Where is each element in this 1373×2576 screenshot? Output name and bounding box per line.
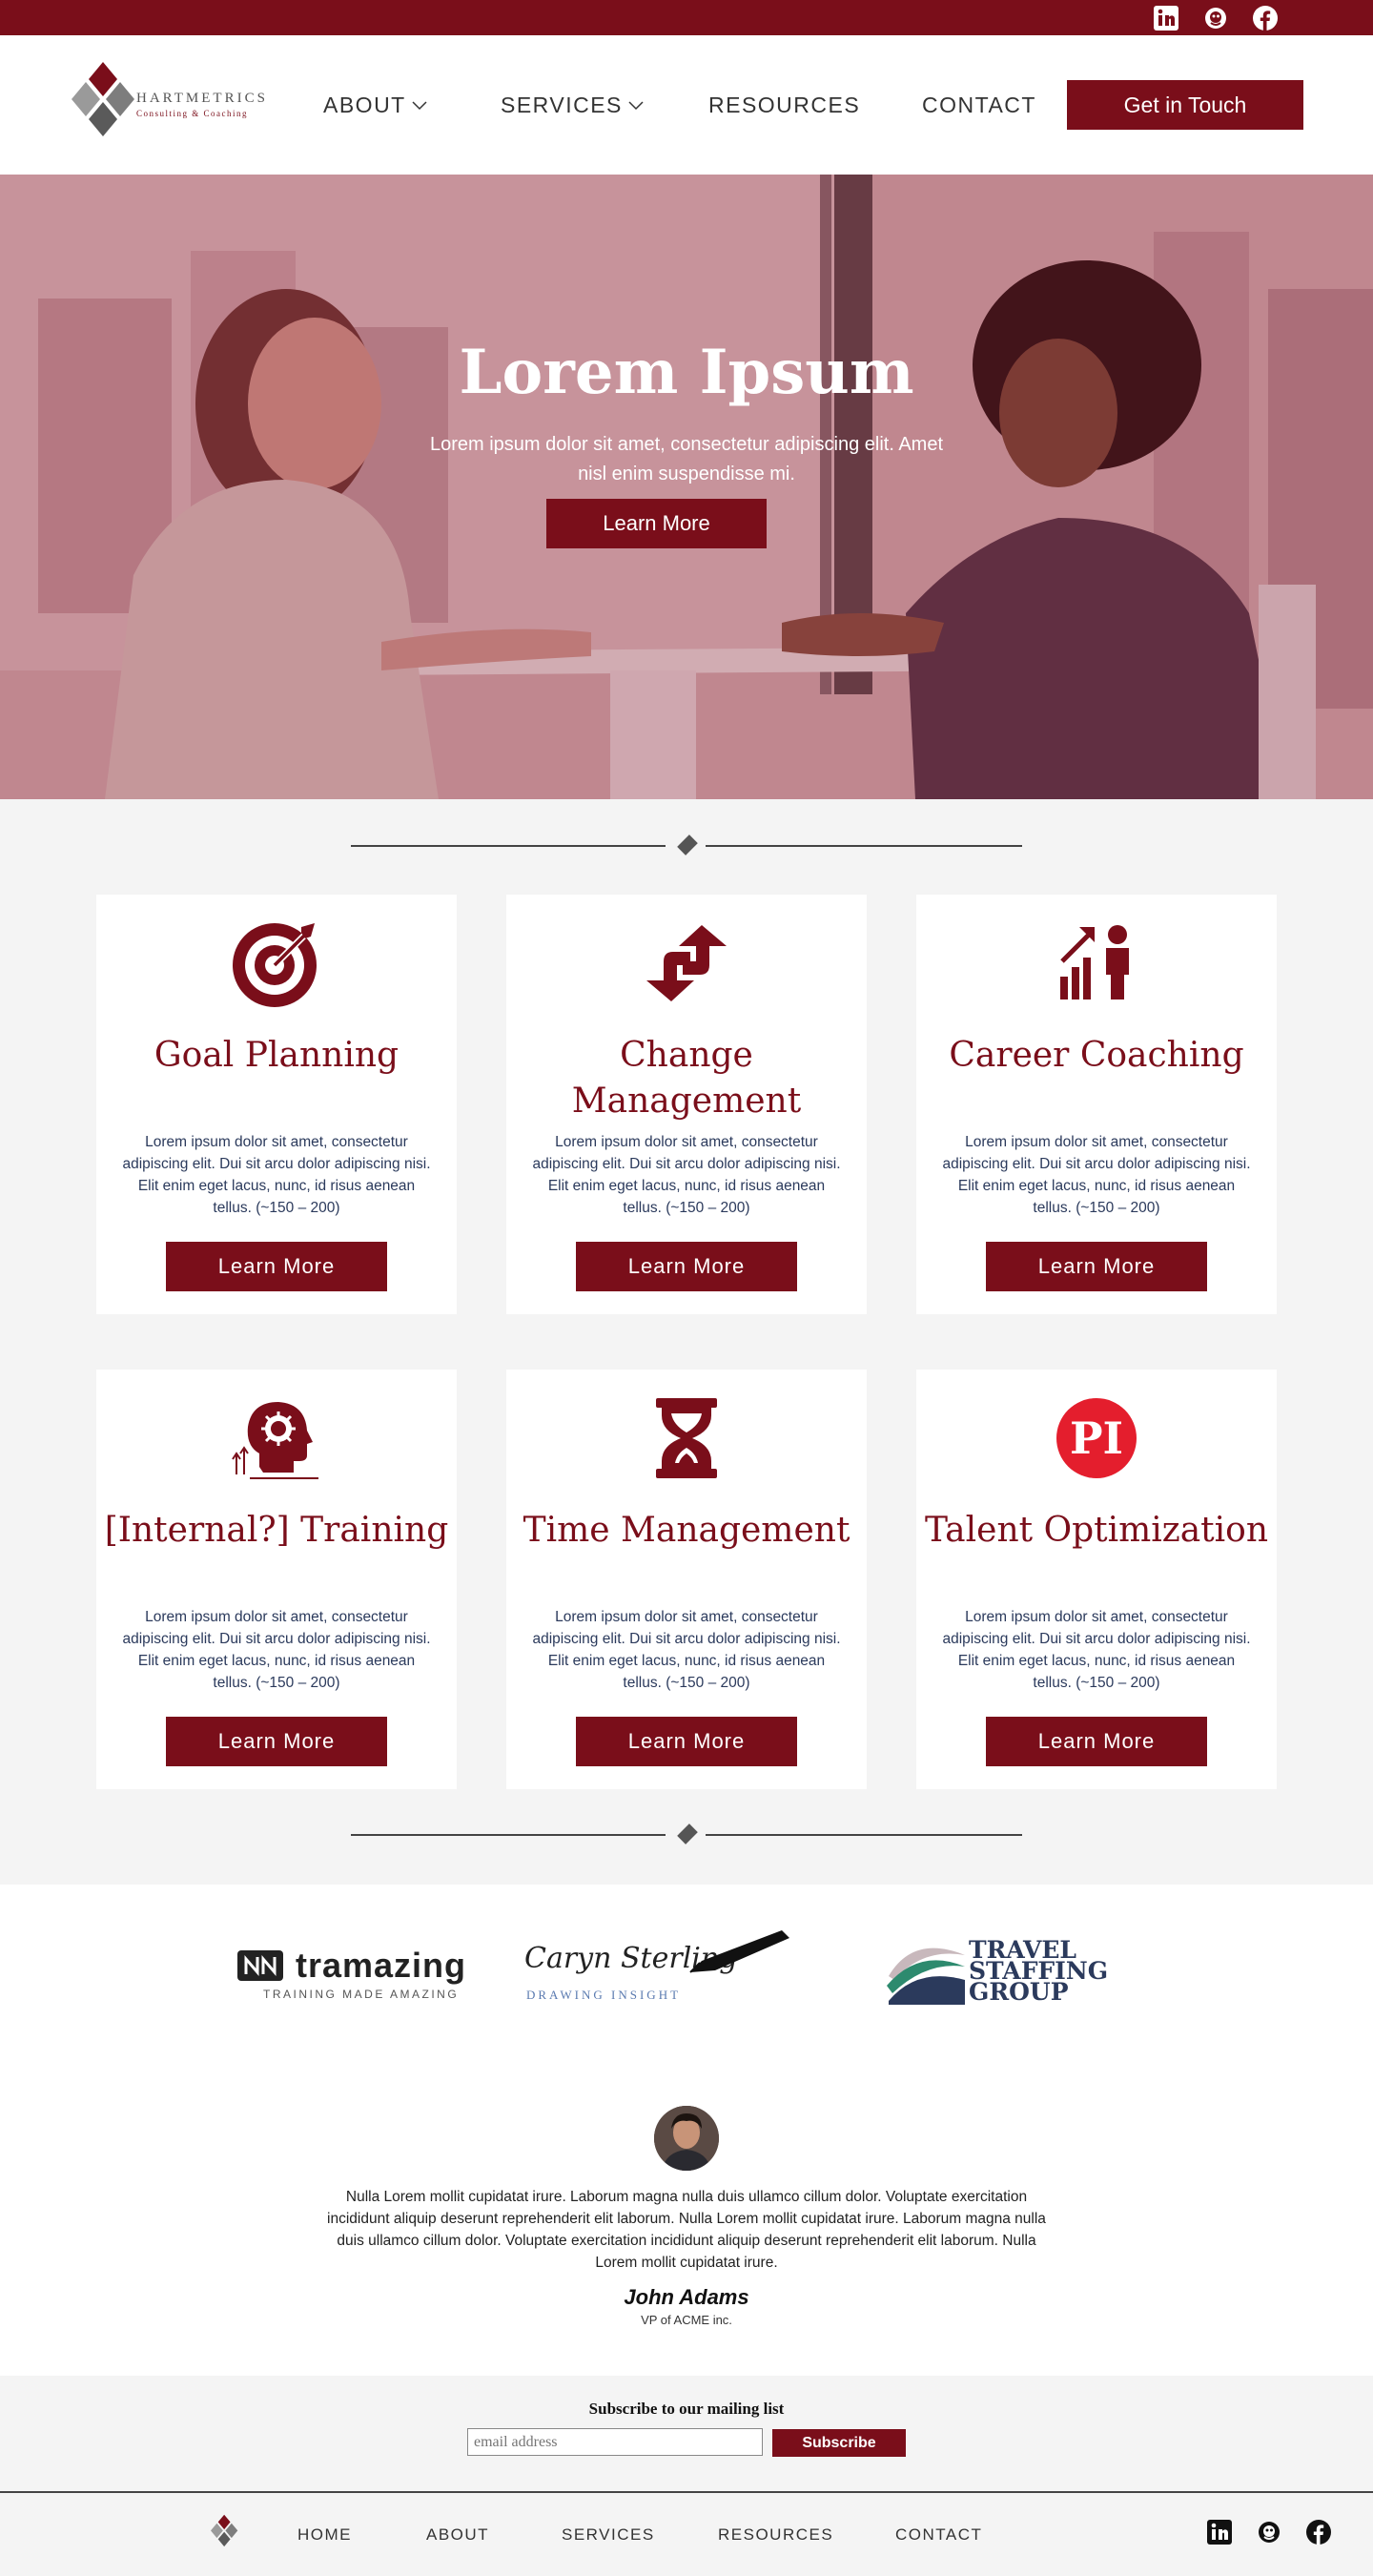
footer-services-link[interactable]: SERVICES <box>562 2525 655 2545</box>
nav-about-label: ABOUT <box>323 93 406 117</box>
top-social-links <box>1152 4 1280 32</box>
footer-about-link[interactable]: ABOUT <box>426 2525 489 2545</box>
service-card-internal-training: [Internal?] Training Lorem ipsum dolor s… <box>96 1370 457 1789</box>
hero-section: Lorem Ipsum Lorem ipsum dolor sit amet, … <box>0 175 1373 799</box>
nav-resources[interactable]: RESOURCES <box>708 93 860 118</box>
mailchimp-icon[interactable] <box>1201 4 1230 32</box>
head-gear-icon <box>229 1391 324 1486</box>
get-in-touch-button[interactable]: Get in Touch <box>1067 80 1303 130</box>
service-description: Lorem ipsum dolor sit amet, consectetur … <box>122 1609 431 1691</box>
tramazing-tagline: TRAINING MADE AMAZING <box>263 1988 460 2001</box>
footer-logo[interactable] <box>211 2514 239 2552</box>
facebook-icon[interactable] <box>1304 2518 1333 2546</box>
site-header: HARTMETRICS Consulting & Coaching ABOUT … <box>0 35 1373 175</box>
learn-more-button[interactable]: Learn More <box>166 1242 387 1291</box>
nav-services[interactable]: SERVICES <box>501 93 644 118</box>
target-icon <box>229 916 324 1011</box>
learn-more-button[interactable]: Learn More <box>986 1717 1207 1766</box>
hero-learn-more-button[interactable]: Learn More <box>546 499 767 548</box>
pi-logo-icon: PI <box>1049 1391 1144 1486</box>
section-divider <box>351 1821 1022 1849</box>
service-card-career-coaching: Career Coaching Lorem ipsum dolor sit am… <box>916 895 1277 1314</box>
section-divider <box>351 832 1022 860</box>
hero-title: Lorem Ipsum <box>459 337 914 408</box>
mailchimp-icon[interactable] <box>1255 2518 1283 2546</box>
service-title: Change Management <box>571 1036 802 1121</box>
service-description: Lorem ipsum dolor sit amet, consectetur … <box>942 1134 1251 1216</box>
service-description: Lorem ipsum dolor sit amet, consectetur … <box>122 1134 431 1216</box>
career-growth-icon <box>1049 916 1144 1011</box>
clients-section: tramazing TRAINING MADE AMAZING Caryn St… <box>0 1885 1373 2376</box>
service-description: Lorem ipsum dolor sit amet, consectetur … <box>532 1134 841 1216</box>
service-title: Talent Optimization <box>924 1511 1269 1550</box>
hero-text: Lorem ipsum dolor sit amet, consectetur … <box>429 434 944 484</box>
nav-services-label: SERVICES <box>501 93 623 117</box>
tramazing-mark-icon <box>237 1950 283 1981</box>
nav-about[interactable]: ABOUT <box>323 93 427 118</box>
hourglass-icon <box>639 1391 734 1486</box>
email-field[interactable] <box>467 2428 763 2456</box>
service-title: [Internal?] Training <box>104 1511 449 1550</box>
nav-resources-label: RESOURCES <box>708 93 861 117</box>
travel-staffing-mark-icon <box>887 1947 965 2005</box>
service-title: Career Coaching <box>949 1036 1244 1075</box>
mailing-list-title: Subscribe to our mailing list <box>588 2400 785 2418</box>
learn-more-button[interactable]: Learn More <box>576 1717 797 1766</box>
top-bar <box>0 0 1373 35</box>
tramazing-logo[interactable]: tramazing TRAINING MADE AMAZING <box>236 1946 471 2003</box>
chevron-down-icon <box>412 100 427 110</box>
travel-line-3: GROUP <box>969 1978 1069 2006</box>
footer-home-link[interactable]: HOME <box>297 2525 352 2545</box>
service-description: Lorem ipsum dolor sit amet, consectetur … <box>532 1609 841 1691</box>
avatar <box>654 2106 719 2171</box>
footer-contact-link[interactable]: CONTACT <box>895 2525 982 2545</box>
travel-staffing-group-logo[interactable]: TRAVEL STAFFING GROUP <box>885 1934 1108 2010</box>
mailing-list-section: Subscribe to our mailing list Subscribe <box>0 2376 1373 2491</box>
site-footer: HOME ABOUT SERVICES RESOURCES CONTACT <box>0 2491 1373 2576</box>
tramazing-name: tramazing <box>296 1946 467 1985</box>
caryn-tagline: DRAWING INSIGHT <box>526 1988 682 2002</box>
service-card-goal-planning: Goal Planning Lorem ipsum dolor sit amet… <box>96 895 457 1314</box>
linkedin-icon[interactable] <box>1205 2518 1234 2546</box>
subscribe-button[interactable]: Subscribe <box>772 2429 906 2457</box>
learn-more-button[interactable]: Learn More <box>576 1242 797 1291</box>
caryn-sterling-logo[interactable]: Caryn Sterling DRAWING INSIGHT <box>524 1928 791 2005</box>
footer-resources-link[interactable]: RESOURCES <box>718 2525 833 2545</box>
testimonial-author: John Adams <box>624 2285 749 2309</box>
testimonial-quote: Nulla Lorem mollit cupidatat irure. Labo… <box>327 2189 1046 2271</box>
linkedin-icon[interactable] <box>1152 4 1180 32</box>
chevron-down-icon <box>628 100 644 110</box>
facebook-icon[interactable] <box>1251 4 1280 32</box>
change-arrows-icon <box>639 916 734 1011</box>
service-card-time-management: Time Management Lorem ipsum dolor sit am… <box>506 1370 867 1789</box>
service-title: Time Management <box>523 1511 850 1550</box>
service-card-talent-optimization: PI Talent Optimization Lorem ipsum dolor… <box>916 1370 1277 1789</box>
main-nav: ABOUT SERVICES RESOURCES CONTACT Get in … <box>0 35 1373 175</box>
learn-more-button[interactable]: Learn More <box>986 1242 1207 1291</box>
service-card-change-management: Change Management Lorem ipsum dolor sit … <box>506 895 867 1314</box>
nav-contact[interactable]: CONTACT <box>922 93 1036 118</box>
pi-logo-text: PI <box>1056 1398 1137 1478</box>
learn-more-button[interactable]: Learn More <box>166 1717 387 1766</box>
service-title: Goal Planning <box>154 1036 400 1075</box>
service-description: Lorem ipsum dolor sit amet, consectetur … <box>942 1609 1251 1691</box>
pen-icon <box>689 1930 789 1973</box>
testimonial-author-title: VP of ACME inc. <box>641 2313 732 2327</box>
footer-social-links <box>1205 2518 1333 2546</box>
nav-contact-label: CONTACT <box>922 93 1036 117</box>
